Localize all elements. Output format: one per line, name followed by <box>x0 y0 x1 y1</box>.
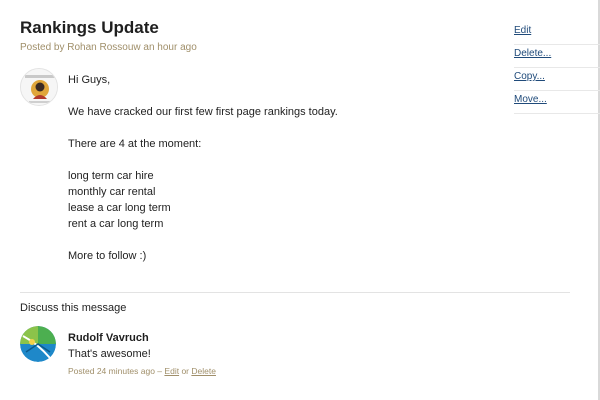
comment-meta-or: or <box>181 366 190 376</box>
comment-edit-link[interactable]: Edit <box>164 366 179 376</box>
section-divider <box>20 292 570 293</box>
move-link[interactable]: Move... <box>514 91 600 114</box>
body-line-1: We have cracked our first few first page… <box>68 106 338 118</box>
edit-link[interactable]: Edit <box>514 22 600 45</box>
keyword-item: monthly car rental <box>68 186 156 198</box>
discussion-heading: Discuss this message <box>20 302 127 314</box>
comment-author: Rudolf Vavruch <box>68 332 149 344</box>
comment-text: That's awesome! <box>68 348 151 360</box>
keyword-item: lease a car long term <box>68 202 171 214</box>
body-line-2: There are 4 at the moment: <box>68 138 202 150</box>
delete-link[interactable]: Delete... <box>514 45 600 68</box>
body-greeting: Hi Guys, <box>68 74 111 86</box>
comment-meta: Posted 24 minutes ago – Edit or Delete <box>68 366 216 376</box>
keyword-item: rent a car long term <box>68 218 164 230</box>
comment-meta-prefix: Posted 24 minutes ago – <box>68 366 163 376</box>
page-title: Rankings Update <box>20 18 159 37</box>
body-closing: More to follow :) <box>68 250 147 262</box>
author-avatar[interactable] <box>20 68 58 106</box>
author-avatar-image <box>21 69 57 105</box>
commenter-avatar[interactable] <box>20 326 56 362</box>
message-body: Hi Guys, We have cracked our first few f… <box>68 72 468 264</box>
comment-delete-link[interactable]: Delete <box>191 366 216 376</box>
posted-by-meta: Posted by Rohan Rossouw an hour ago <box>20 42 197 53</box>
keyword-item: long term car hire <box>68 170 154 182</box>
message-page: Rankings Update Posted by Rohan Rossouw … <box>0 0 600 400</box>
commenter-avatar-image <box>20 326 56 362</box>
message-actions: Edit Delete... Copy... Move... <box>514 22 600 114</box>
copy-link[interactable]: Copy... <box>514 68 600 91</box>
